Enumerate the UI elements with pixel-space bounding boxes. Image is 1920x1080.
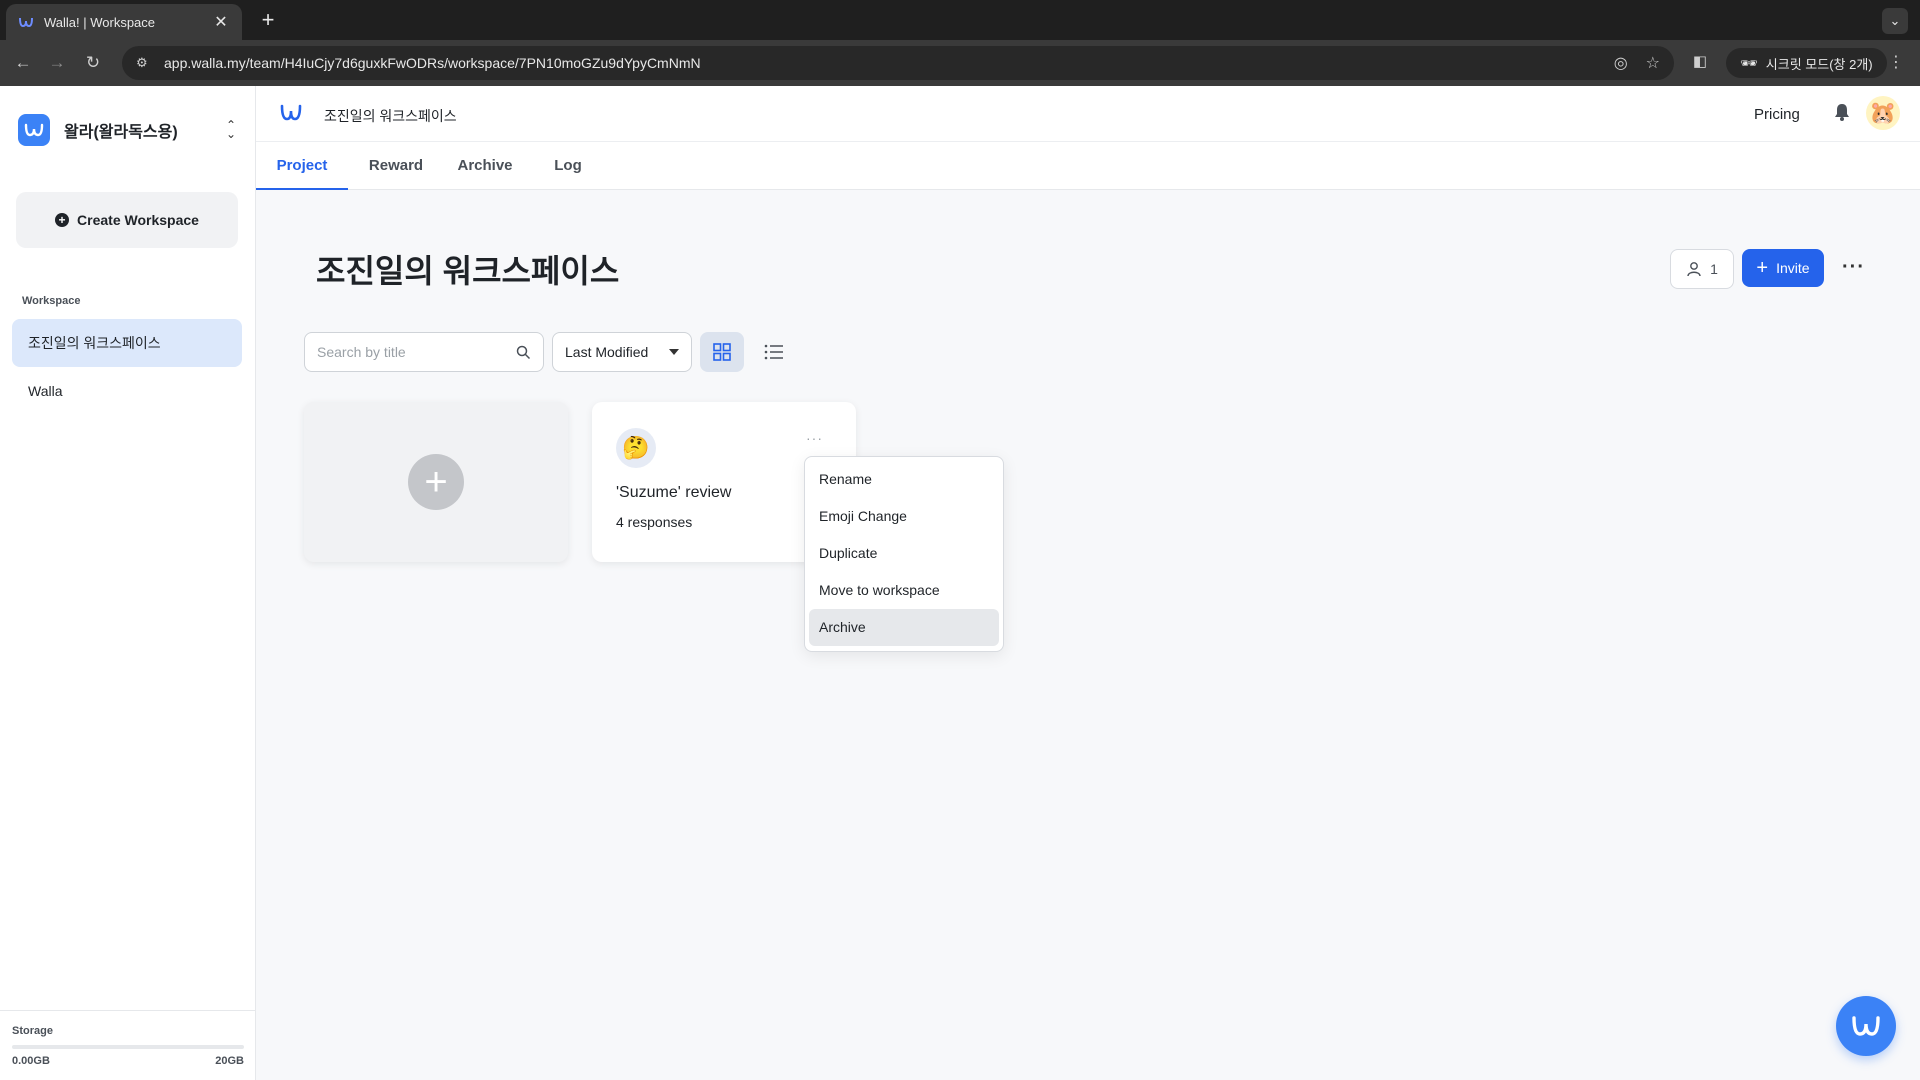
site-info-icon[interactable]: ⚙ [136, 55, 152, 71]
team-name: 왈라(왈라독스용) [64, 124, 178, 141]
new-project-card[interactable]: + [304, 402, 568, 562]
menu-item-move-to-workspace[interactable]: Move to workspace [809, 572, 999, 609]
user-icon [1687, 262, 1701, 277]
project-responses: 4 responses [616, 514, 693, 530]
new-tab-icon[interactable]: + [256, 8, 280, 32]
menu-item-rename[interactable]: Rename [809, 461, 999, 498]
close-tab-icon[interactable]: ✕ [212, 12, 230, 32]
project-more-icon[interactable]: ··· [806, 430, 823, 446]
incognito-indicator[interactable]: 🕶 시크릿 모드(창 2개) [1726, 48, 1887, 78]
grid-view-button[interactable] [700, 332, 744, 372]
search-input[interactable] [317, 344, 516, 360]
bookmark-star-icon[interactable]: ☆ [1646, 53, 1660, 73]
bell-icon[interactable] [1834, 103, 1850, 121]
side-panel-icon[interactable]: ◧ [1690, 52, 1710, 72]
sort-dropdown[interactable]: Last Modified [552, 332, 692, 372]
sort-label: Last Modified [565, 344, 649, 360]
sidebar-item-workspace-1[interactable]: 조진일의 워크스페이스 [12, 319, 242, 367]
team-switcher[interactable]: 왈라(왈라독스용) ⌃ ⌄ [18, 114, 238, 146]
menu-item-duplicate[interactable]: Duplicate [809, 535, 999, 572]
add-project-icon: + [408, 454, 464, 510]
sidebar: 왈라(왈라독스용) ⌃ ⌄ + Create Workspace Workspac… [0, 86, 256, 1080]
grid-icon [713, 343, 731, 361]
browser-toolbar: ← → ↻ ⚙ app.walla.my/team/H4IuCjy7d6guxk… [0, 40, 1920, 86]
workspace-section-label: Workspace [22, 295, 81, 307]
caret-down-icon [669, 349, 679, 355]
storage-total: 20GB [215, 1055, 244, 1067]
eye-off-icon[interactable]: ◎ [1614, 53, 1628, 73]
storage-progress-bar [12, 1045, 244, 1049]
more-options-icon[interactable]: ··· [1842, 256, 1865, 279]
browser-tab[interactable]: Walla! | Workspace ✕ [6, 4, 242, 40]
pricing-link[interactable]: Pricing [1754, 106, 1800, 123]
address-bar[interactable]: ⚙ app.walla.my/team/H4IuCjy7d6guxkFwODRs… [122, 46, 1674, 80]
incognito-label: 시크릿 모드(창 2개) [1765, 56, 1873, 72]
invite-button[interactable]: + Invite [1742, 249, 1824, 287]
invite-label: Invite [1776, 260, 1810, 276]
sidebar-item-workspace-walla[interactable]: Walla [12, 367, 242, 415]
browser-tabbar: Walla! | Workspace ✕ + ⌄ [0, 0, 1920, 40]
breadcrumb[interactable]: 조진일의 워크스페이스 [324, 106, 457, 126]
tab-project[interactable]: Project [256, 142, 348, 190]
main-content: 조진일의 워크스페이스 Pricing 🐹 Project Reward Arc… [256, 86, 1920, 1080]
plus-circle-icon: + [55, 213, 70, 227]
app: 왈라(왈라독스용) ⌃ ⌄ + Create Workspace Workspac… [0, 86, 1920, 1080]
project-emoji: 🤔 [616, 428, 656, 468]
tab-bar: Project Reward Archive Log [256, 142, 1920, 190]
search-icon[interactable] [516, 345, 531, 360]
search-box[interactable] [304, 332, 544, 372]
reload-icon[interactable]: ↻ [80, 50, 106, 76]
tab-search-icon[interactable]: ⌄ [1882, 8, 1908, 34]
back-icon[interactable]: ← [10, 50, 36, 76]
menu-item-archive[interactable]: Archive [809, 609, 999, 646]
top-header: 조진일의 워크스페이스 Pricing 🐹 [256, 86, 1920, 142]
walla-favicon-icon [19, 17, 33, 28]
members-button[interactable]: 1 [1670, 249, 1734, 289]
storage-panel: Storage 0.00GB 20GB [0, 1010, 256, 1067]
avatar[interactable]: 🐹 [1866, 96, 1900, 130]
list-view-button[interactable] [752, 332, 796, 372]
walla-chat-icon [1852, 1016, 1880, 1036]
plus-icon: + [1756, 257, 1769, 279]
page-title: 조진일의 워크스페이스 [316, 253, 620, 289]
tab-log[interactable]: Log [538, 142, 598, 190]
walla-logo-icon[interactable] [280, 104, 302, 122]
browser-menu-icon[interactable]: ⋮ [1888, 52, 1904, 72]
url-text[interactable]: app.walla.my/team/H4IuCjy7d6guxkFwODRs/w… [164, 55, 1596, 71]
chevron-up-down-icon[interactable]: ⌃ ⌄ [224, 119, 238, 140]
project-title: 'Suzume' review [616, 484, 732, 501]
tab-title: Walla! | Workspace [44, 14, 156, 30]
member-count: 1 [1710, 261, 1718, 277]
help-chat-button[interactable] [1836, 996, 1896, 1056]
create-workspace-label: Create Workspace [77, 212, 199, 228]
tab-reward[interactable]: Reward [358, 142, 434, 190]
create-workspace-button[interactable]: + Create Workspace [16, 192, 238, 248]
team-logo-icon [18, 114, 50, 146]
storage-used: 0.00GB [12, 1055, 50, 1067]
incognito-icon: 🕶 [1740, 54, 1758, 71]
tab-archive[interactable]: Archive [442, 142, 528, 190]
list-icon [764, 344, 783, 360]
forward-icon[interactable]: → [44, 50, 70, 76]
project-context-menu: Rename Emoji Change Duplicate Move to wo… [804, 456, 1004, 652]
storage-label: Storage [12, 1025, 53, 1037]
menu-item-emoji-change[interactable]: Emoji Change [809, 498, 999, 535]
